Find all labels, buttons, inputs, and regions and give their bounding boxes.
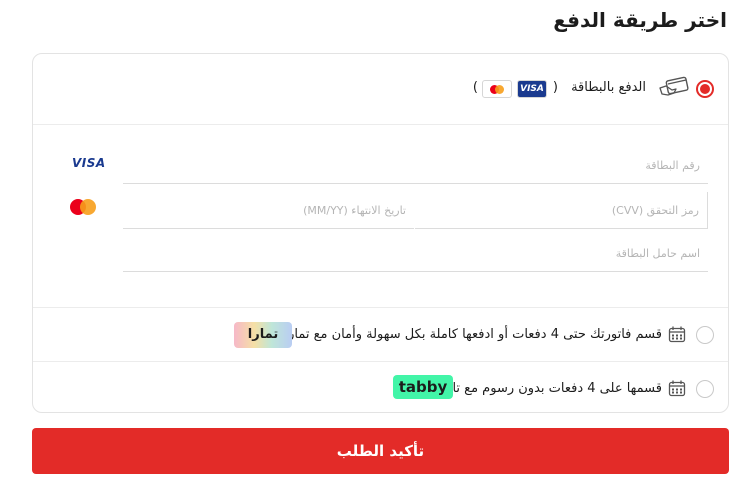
card-number-field[interactable] [123,147,708,184]
card-number-input[interactable] [123,147,708,183]
card-payment-option[interactable]: الدفع بالبطاقة ( VISA ) [33,54,728,125]
card-holder-field[interactable] [123,235,708,272]
cvv-input[interactable] [415,192,707,228]
expiry-input[interactable] [123,192,414,228]
card-payment-label: الدفع بالبطاقة [571,80,646,95]
confirm-order-button[interactable]: تأكيد الطلب [32,428,729,474]
tamara-logo: تمارا [234,322,292,348]
tabby-logo: tabby [393,375,453,399]
payment-page: اختر طريقة الدفع الدفع بالبطاقة ( VISA ) [0,0,747,490]
tabby-label: قسمها على 4 دفعات بدون رسوم مع تابي [438,381,662,396]
calendar-icon [668,380,686,397]
payment-methods-card: الدفع بالبطاقة ( VISA ) VISA [32,53,729,413]
tabby-radio[interactable] [696,380,714,398]
mastercard-badge-icon [482,80,512,98]
tamara-label: قسم فاتورتك حتى 4 دفعات أو ادفعها كاملة … [284,327,663,342]
visa-logo-icon: VISA [72,156,106,170]
visa-badge-icon: VISA [517,80,547,98]
calendar-icon [668,326,686,343]
tamara-option[interactable]: قسم فاتورتك حتى 4 دفعات أو ادفعها كاملة … [33,308,728,362]
mastercard-logo-icon [70,197,102,217]
expiry-field[interactable] [123,192,414,229]
page-title: اختر طريقة الدفع [553,8,727,32]
tamara-radio[interactable] [696,326,714,344]
card-form: VISA [33,125,728,308]
cvv-field[interactable] [415,192,708,229]
tabby-option[interactable]: قسمها على 4 دفعات بدون رسوم مع تابي tabb… [33,362,728,415]
card-holder-input[interactable] [123,235,708,271]
paren-close: ) [472,80,478,95]
hand-card-icon [658,76,690,98]
paren-open: ( [552,80,558,95]
card-payment-radio[interactable] [696,80,714,98]
